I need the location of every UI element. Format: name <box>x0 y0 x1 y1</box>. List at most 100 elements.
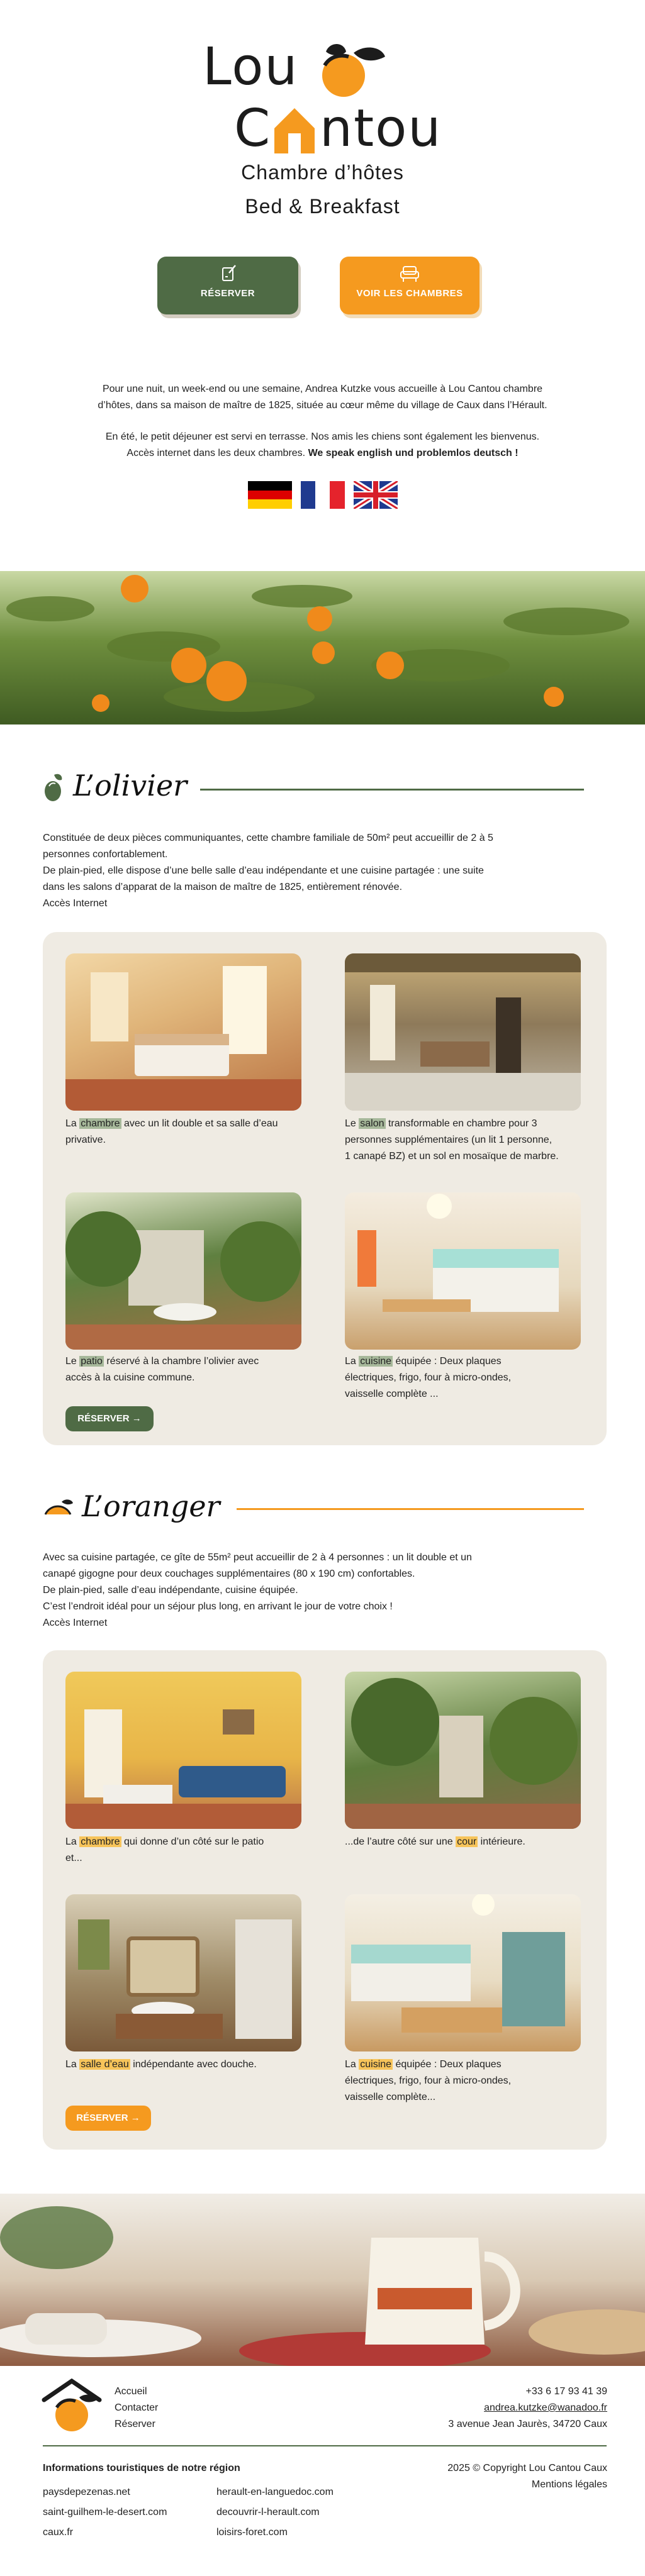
bedroom-photo[interactable] <box>65 953 301 1111</box>
patio-photo[interactable] <box>65 1192 301 1350</box>
caption-highlight: cour <box>456 1836 478 1847</box>
caption-text: Le <box>345 1118 359 1129</box>
breakfast-image <box>0 2206 645 2366</box>
olive-icon <box>45 774 62 801</box>
caption-text: intérieure. <box>478 1836 525 1847</box>
orange-tree-image <box>6 575 629 712</box>
caption-text: ...de l’autre côté sur une <box>345 1836 456 1847</box>
de-flag-icon[interactable] <box>248 481 292 509</box>
desc-line: personnes confortablement. <box>43 849 168 860</box>
caption-text: La <box>65 2059 80 2070</box>
caption-highlight: chambre <box>79 1118 121 1129</box>
desc-line: Constituée de deux pièces communiquantes… <box>43 833 493 843</box>
olivier-reserve-button[interactable]: RÉSERVER → <box>65 1406 154 1431</box>
intro-paragraph-1: Pour une nuit, un week-end ou une semain… <box>63 381 582 414</box>
desc-line: C’est l’endroit idéal pour un séjour plu… <box>43 1601 393 1612</box>
bedroom-image <box>65 966 301 1111</box>
caption-oranger-kitchen: La cuisine équipée : Deux plaques électr… <box>345 2057 581 2106</box>
caption-bedroom: La chambre avec un lit double et sa sall… <box>65 1116 301 1148</box>
caption-text: avec un lit double et sa salle d’eau <box>121 1118 278 1129</box>
desc-line: dans les salons d’apparat de la maison d… <box>43 882 403 892</box>
footer-address: 3 avenue Jean Jaurès, 34720 Caux <box>448 2419 607 2429</box>
caption-bathroom: La salle d’eau indépendante avec douche. <box>65 2057 301 2073</box>
caption-highlight: cuisine <box>359 1356 393 1367</box>
caption-patio: Le patio réservé à la chambre l’olivier … <box>65 1353 301 1386</box>
pen-icon <box>222 265 236 281</box>
caption-highlight: patio <box>79 1356 104 1367</box>
view-rooms-button[interactable]: VOIR LES CHAMBRES <box>340 257 480 314</box>
intro-line: En été, le petit déjeuner est servi en t… <box>105 431 540 442</box>
footer-link-decouvrir-l-herault[interactable]: decouvrir-l-herault.com <box>216 2504 320 2521</box>
caption-text: transformable en chambre pour 3 <box>385 1118 537 1129</box>
caption-text: électriques, frigo, four à micro-ondes, <box>345 1372 512 1383</box>
kitchen-photo[interactable] <box>345 1192 581 1350</box>
section-divider <box>200 789 584 791</box>
reserve-button[interactable]: RÉSERVER <box>157 257 298 314</box>
oranger-description: Avec sa cuisine partagée, ce gîte de 55m… <box>43 1550 565 1631</box>
oranger-bedroom-photo[interactable] <box>65 1672 301 1829</box>
section-title-olivier: L’olivier <box>73 769 188 802</box>
oranger-bedroom-image <box>65 1709 301 1829</box>
intro-paragraph-2: En été, le petit déjeuner est servi en t… <box>63 429 582 462</box>
caption-text: équipée : Deux plaques <box>393 1356 502 1367</box>
desc-line: canapé gigogne pour deux couchages suppl… <box>43 1568 415 1579</box>
caption-text: La <box>345 2059 359 2070</box>
caption-highlight: chambre <box>79 1836 121 1847</box>
courtyard-image <box>345 1678 581 1829</box>
footer-link-caux[interactable]: caux.fr <box>43 2524 73 2541</box>
bathroom-photo[interactable] <box>65 1894 301 2051</box>
footer-link-reserve[interactable]: Réserver <box>115 2416 155 2433</box>
caption-text: La <box>65 1118 80 1129</box>
logo-word-ntou: ntou <box>320 99 442 158</box>
caption-oranger-bedroom: La chambre qui donne d’un côté sur le pa… <box>65 1834 301 1867</box>
footer-copyright: 2025 © Copyright Lou Cantou Caux <box>447 2463 607 2473</box>
footer-link-contact[interactable]: Contacter <box>115 2400 158 2416</box>
subtitle-bnb: Bed & Breakfast <box>245 195 400 218</box>
caption-text: La <box>65 1836 80 1847</box>
oranger-kitchen-image <box>351 1894 565 2033</box>
caption-kitchen: La cuisine équipée : Deux plaques électr… <box>345 1353 581 1402</box>
caption-text: réservé à la chambre l’olivier avec <box>103 1356 259 1367</box>
caption-text: vaisselle complète... <box>345 2092 436 2102</box>
intro-line: Pour une nuit, un week-end ou une semain… <box>102 384 543 394</box>
logo-word-c: C <box>234 99 272 158</box>
fr-flag-icon[interactable] <box>301 481 345 509</box>
footer-link-herault-en-languedoc[interactable]: herault-en-languedoc.com <box>216 2484 334 2501</box>
caption-text: et... <box>65 1853 82 1863</box>
reserve-label: RÉSERVER <box>200 288 255 299</box>
patio-image <box>65 1211 301 1350</box>
section-divider <box>237 1508 584 1510</box>
intro-line: d’hôtes, dans sa maison de maître de 182… <box>98 400 547 411</box>
oranger-kitchen-photo[interactable] <box>345 1894 581 2051</box>
armchair-icon <box>400 266 419 282</box>
orange-slice-icon <box>44 1499 73 1515</box>
caption-text: qui donne d’un côté sur le patio <box>121 1836 264 1847</box>
footer-link-loisirs-foret[interactable]: loisirs-foret.com <box>216 2524 288 2541</box>
footer-phone[interactable]: +33 6 17 93 41 39 <box>448 2384 607 2400</box>
footer-legal: 2025 © Copyright Lou Cantou Caux Mention… <box>447 2460 607 2493</box>
uk-flag-icon[interactable] <box>354 481 398 509</box>
footer-link-home[interactable]: Accueil <box>115 2384 147 2400</box>
house-a-icon <box>274 108 315 153</box>
logo-word-lou: Lou <box>203 37 299 97</box>
footer-logo-icon[interactable] <box>42 2379 102 2434</box>
orange-tree-banner <box>0 571 645 724</box>
oranger-reserve-button[interactable]: RÉSERVER → <box>65 2106 151 2131</box>
kitchen-image <box>357 1194 559 1312</box>
footer-email[interactable]: andrea.kutzke@wanadoo.fr <box>448 2400 607 2416</box>
courtyard-photo[interactable] <box>345 1672 581 1829</box>
footer-legal-link[interactable]: Mentions légales <box>447 2477 607 2493</box>
caption-text: vaisselle complète ... <box>345 1389 439 1399</box>
footer-link-paysdepezenas[interactable]: paysdepezenas.net <box>43 2484 130 2501</box>
intro-line: Accès internet dans les deux chambres. W… <box>63 445 582 462</box>
breakfast-banner <box>0 2194 645 2366</box>
salon-photo[interactable] <box>345 953 581 1111</box>
caption-text: accès à la cuisine commune. <box>65 1372 195 1383</box>
intro-internet-text: Accès internet dans les deux chambres. <box>126 448 306 458</box>
caption-text: Le <box>65 1356 80 1367</box>
desc-line: De plain-pied, elle dispose d’une belle … <box>43 865 484 876</box>
footer-divider <box>43 2445 607 2446</box>
footer-link-saint-guilhem[interactable]: saint-guilhem-le-desert.com <box>43 2504 167 2521</box>
caption-highlight: salon <box>359 1118 386 1129</box>
caption-text: indépendante avec douche. <box>130 2059 257 2070</box>
